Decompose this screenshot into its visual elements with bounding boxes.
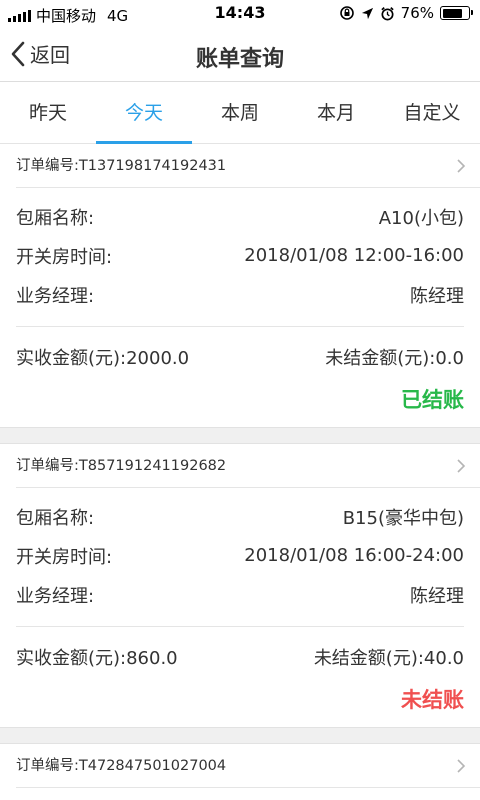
alarm-icon [380, 6, 394, 20]
date-filter-tabs: 昨天 今天 本周 本月 自定义 [0, 82, 480, 144]
back-label: 返回 [30, 43, 70, 67]
status-bar: 中国移动 4G 14:43 76% [0, 0, 480, 28]
chevron-right-icon [457, 759, 466, 773]
order-header[interactable]: 订单编号:T472847501027004 [16, 744, 480, 788]
order-number: 订单编号:T472847501027004 [16, 758, 227, 774]
chevron-right-icon [457, 459, 466, 473]
tab-today[interactable]: 今天 [96, 82, 192, 144]
manager-label: 业务经理: [16, 585, 95, 607]
time-label: 开关房时间: [16, 546, 113, 568]
room-name-value: B15(豪华中包) [342, 507, 464, 529]
status-badge: 已结账 [401, 388, 464, 412]
location-icon [361, 7, 373, 19]
order-number: 订单编号:T137198174192431 [16, 158, 227, 174]
battery-icon [440, 6, 473, 20]
battery-level [442, 8, 462, 18]
time-row: 开关房时间: 2018/01/08 16:00-24:00 [16, 536, 464, 575]
amount-row: 实收金额(元):860.0 未结金额(元):40.0 [16, 627, 464, 685]
room-row: 包厢名称: B15(豪华中包) [16, 497, 464, 536]
page-title: 账单查询 [195, 47, 284, 72]
amount-row: 实收金额(元):2000.0 未结金额(元):0.0 [16, 327, 464, 385]
status-badge: 未结账 [401, 688, 464, 712]
manager-row: 业务经理: 陈经理 [16, 575, 464, 614]
time-value: 2018/01/08 12:00-16:00 [244, 245, 464, 266]
manager-row: 业务经理: 陈经理 [16, 275, 464, 314]
battery-percent: 76% [400, 4, 434, 22]
order-header[interactable]: 订单编号:T857191241192682 [16, 444, 480, 488]
back-button[interactable]: 返回 [10, 39, 70, 68]
room-row: 包厢名称: A10(小包) [16, 197, 464, 236]
order-card: 订单编号:T137198174192431 包厢名称: A10(小包) 开关房时… [0, 144, 480, 428]
navigation-bar: 返回 账单查询 [0, 28, 480, 82]
rotation-lock-icon [339, 6, 354, 20]
status-indicators: 76% [339, 4, 473, 22]
time-label: 开关房时间: [16, 246, 113, 268]
tab-custom[interactable]: 自定义 [384, 82, 480, 143]
tab-yesterday[interactable]: 昨天 [0, 82, 96, 143]
manager-value: 陈经理 [410, 285, 464, 307]
room-name-value: A10(小包) [378, 207, 464, 229]
received-amount: 实收金额(元):860.0 [16, 648, 178, 669]
room-name-label: 包厢名称: [16, 507, 95, 529]
order-number: 订单编号:T857191241192682 [16, 458, 227, 474]
order-header[interactable]: 订单编号:T137198174192431 [16, 144, 480, 188]
tab-this-week[interactable]: 本周 [192, 82, 288, 143]
room-name-label: 包厢名称: [16, 207, 95, 229]
manager-value: 陈经理 [410, 585, 464, 607]
unsettled-amount: 未结金额(元):0.0 [325, 348, 464, 369]
order-card: 订单编号:T857191241192682 包厢名称: B15(豪华中包) 开关… [0, 443, 480, 728]
chevron-right-icon [457, 159, 466, 173]
manager-label: 业务经理: [16, 285, 95, 307]
time-row: 开关房时间: 2018/01/08 12:00-16:00 [16, 236, 464, 275]
chevron-left-icon [11, 41, 25, 66]
tab-this-month[interactable]: 本月 [288, 82, 384, 143]
received-amount: 实收金额(元):2000.0 [16, 348, 190, 369]
unsettled-amount: 未结金额(元):40.0 [313, 648, 464, 669]
order-list: 订单编号:T137198174192431 包厢名称: A10(小包) 开关房时… [0, 144, 480, 800]
order-card: 订单编号:T472847501027004 [0, 743, 480, 800]
time-value: 2018/01/08 16:00-24:00 [244, 545, 464, 566]
